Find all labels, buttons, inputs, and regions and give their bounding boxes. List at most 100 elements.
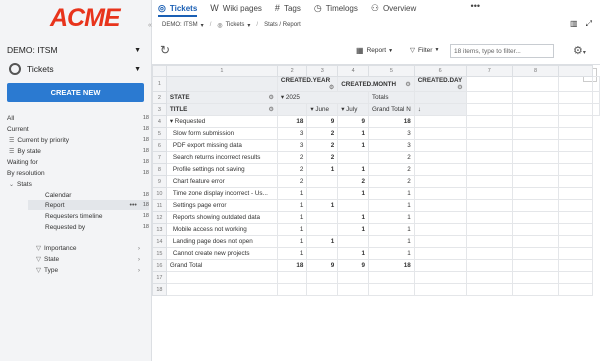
cell-value[interactable]: 2 [276, 163, 308, 176]
empty-cell[interactable] [511, 127, 560, 140]
empty-cell[interactable] [511, 187, 560, 200]
cell-value[interactable]: 1 [368, 211, 415, 224]
column-header[interactable]: 2 [276, 65, 308, 77]
ticket-title-cell[interactable]: Landing page does not open [165, 235, 278, 248]
empty-cell[interactable] [413, 247, 467, 260]
more-icon[interactable]: ••• [130, 202, 137, 209]
empty-cell[interactable] [368, 271, 415, 284]
row-number[interactable]: 14 [152, 235, 167, 248]
cell-value[interactable]: 1 [368, 235, 415, 248]
cell-value[interactable]: 1 [337, 247, 370, 260]
empty-cell[interactable] [465, 223, 513, 236]
cell-value[interactable]: 9 [337, 259, 370, 272]
cell-value[interactable]: 2 [337, 175, 370, 188]
empty-cell[interactable] [511, 247, 560, 260]
cell-value[interactable]: 1 [306, 163, 339, 176]
cell-value[interactable]: 3 [276, 127, 308, 140]
pivot-header-title[interactable]: TITLE ⚙ [165, 103, 278, 116]
cell-value[interactable]: 1 [276, 223, 308, 236]
sidebar-item-requesters-timeline[interactable]: Requesters timeline 18 [45, 211, 149, 221]
empty-cell[interactable] [465, 283, 513, 296]
empty-cell[interactable] [465, 76, 513, 92]
group-label[interactable]: ▾ Requested [165, 115, 278, 128]
empty-cell[interactable] [511, 271, 560, 284]
empty-cell[interactable] [306, 271, 339, 284]
sidebar-item-current[interactable]: Current 18 [7, 124, 149, 134]
cell-value[interactable] [306, 223, 339, 236]
empty-cell[interactable] [465, 163, 513, 176]
empty-cell[interactable] [558, 139, 593, 152]
empty-cell[interactable] [511, 151, 560, 164]
cell-value[interactable]: 1 [368, 223, 415, 236]
sort-desc-icon[interactable]: ↓ [418, 106, 421, 113]
pivot-header-grand-total[interactable]: Grand Total N [368, 103, 415, 116]
sidebar-item-by-state[interactable]: ☰ By state 18 [9, 146, 149, 156]
gear-icon[interactable]: ⚙ [457, 84, 462, 91]
pivot-header-created-day[interactable]: CREATED.DAY ⚙ [413, 76, 467, 92]
tab-wiki-pages[interactable]: W Wiki pages [210, 0, 262, 16]
sidebar-item-waiting-for[interactable]: Waiting for 18 [7, 157, 149, 167]
cell-value[interactable]: 18 [276, 115, 308, 128]
empty-cell[interactable] [465, 187, 513, 200]
empty-cell[interactable] [368, 283, 415, 296]
empty-cell[interactable] [511, 163, 560, 176]
cell-value[interactable] [306, 175, 339, 188]
pivot-header-june[interactable]: ▾ June [306, 103, 339, 116]
empty-cell[interactable] [558, 175, 593, 188]
pivot-header-created-month[interactable]: CREATED.MONTH ⚙ [337, 76, 415, 92]
sidebar-item-report[interactable]: Report ••• 18 [28, 200, 149, 210]
project-selector[interactable]: DEMO: ITSM ▼ [7, 43, 141, 57]
empty-cell[interactable] [558, 259, 593, 272]
empty-cell[interactable] [592, 76, 600, 92]
empty-cell[interactable] [465, 199, 513, 212]
row-number[interactable]: 16 [152, 259, 167, 272]
empty-cell[interactable] [558, 127, 593, 140]
column-header[interactable]: 8 [511, 65, 560, 77]
row-number[interactable]: 9 [152, 175, 167, 188]
empty-cell[interactable] [558, 235, 593, 248]
cell-value[interactable] [306, 187, 339, 200]
gear-icon[interactable]: ⚙ [269, 106, 274, 113]
empty-cell[interactable] [165, 283, 278, 296]
collapse-sidebar-icon[interactable]: « [148, 22, 152, 29]
empty-cell[interactable] [465, 91, 513, 104]
empty-cell[interactable] [592, 103, 600, 116]
ticket-title-cell[interactable]: Search returns incorrect results [165, 151, 278, 164]
empty-cell[interactable] [413, 139, 467, 152]
cell-value[interactable]: 1 [337, 211, 370, 224]
ticket-title-cell[interactable]: Slow form submission [165, 127, 278, 140]
row-number[interactable]: 10 [152, 187, 167, 200]
sidebar-item-current-by-priority[interactable]: ☰ Current by priority 18 [9, 135, 149, 145]
tab-overview[interactable]: ⚇ Overview [371, 0, 416, 16]
empty-cell[interactable] [465, 151, 513, 164]
gear-icon[interactable]: ⚙ [329, 84, 334, 91]
tracker-selector[interactable]: Tickets ▼ [7, 62, 141, 76]
empty-cell[interactable] [465, 259, 513, 272]
tab-timelogs[interactable]: ◷ Timelogs [314, 0, 358, 16]
cell-value[interactable]: 2 [368, 175, 415, 188]
empty-cell[interactable] [413, 211, 467, 224]
tab-tags[interactable]: # Tags [275, 0, 301, 16]
empty-cell[interactable] [413, 235, 467, 248]
empty-cell[interactable] [511, 103, 560, 116]
cell-value[interactable]: 1 [337, 127, 370, 140]
cell-value[interactable]: 18 [368, 115, 415, 128]
filter-importance[interactable]: ▽ Importance › [36, 243, 140, 253]
gear-icon[interactable]: ⚙ [405, 81, 410, 88]
gear-icon[interactable]: ⚙▾ [573, 44, 586, 57]
empty-cell[interactable] [558, 91, 593, 104]
row-number[interactable]: 1 [152, 76, 167, 92]
ticket-title-cell[interactable]: Reports showing outdated data [165, 211, 278, 224]
empty-cell[interactable] [465, 127, 513, 140]
cell-value[interactable]: 3 [368, 139, 415, 152]
empty-cell[interactable] [511, 283, 560, 296]
filter-state[interactable]: ▽ State › [36, 254, 140, 264]
empty-cell[interactable] [337, 283, 370, 296]
empty-cell[interactable] [558, 163, 593, 176]
ticket-title-cell[interactable]: Mobile access not working [165, 223, 278, 236]
cell-value[interactable]: 1 [337, 139, 370, 152]
cell-value[interactable]: 1 [276, 187, 308, 200]
cell-value[interactable]: 3 [368, 127, 415, 140]
empty-cell[interactable] [465, 271, 513, 284]
filter-type[interactable]: ▽ Type › [36, 265, 140, 275]
